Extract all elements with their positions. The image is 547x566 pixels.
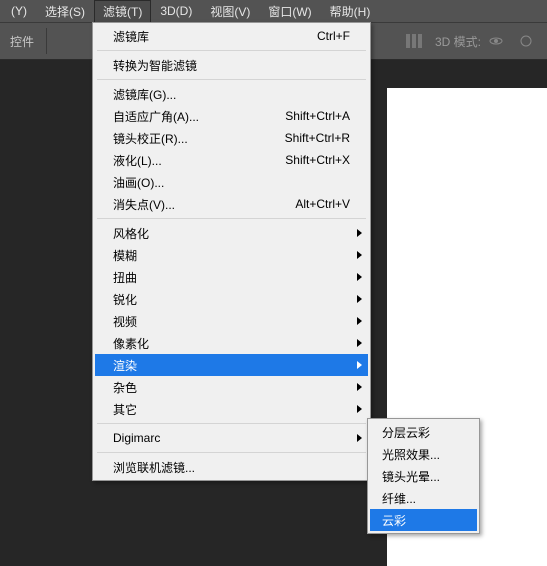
menubar: (Y) 选择(S) 滤镜(T) 3D(D) 视图(V) 窗口(W) 帮助(H) xyxy=(0,0,547,22)
menu-item-view[interactable]: 视图(V) xyxy=(201,0,259,23)
menu-item-3d[interactable]: 3D(D) xyxy=(151,1,201,21)
submenu-item-label: 纤维... xyxy=(382,490,465,507)
tool-left-label: 控件 xyxy=(10,33,34,50)
menu-item-shortcut: Shift+Ctrl+R xyxy=(285,131,350,145)
submenu-arrow-icon xyxy=(357,434,362,442)
menu-item-label: 油画(O)... xyxy=(113,174,350,191)
menu-item-label: 渲染 xyxy=(113,357,350,374)
menu-item-lens-correction[interactable]: 镜头校正(R)... Shift+Ctrl+R xyxy=(95,127,368,149)
menu-item-shortcut: Shift+Ctrl+A xyxy=(285,109,350,123)
menu-item-sharpen[interactable]: 锐化 xyxy=(95,288,368,310)
menu-item-filter-gallery[interactable]: 滤镜库(G)... xyxy=(95,83,368,105)
submenu-arrow-icon xyxy=(357,339,362,347)
menu-item-last-filter[interactable]: 滤镜库 Ctrl+F xyxy=(95,25,368,47)
menu-item-label: 自适应广角(A)... xyxy=(113,108,273,125)
menu-item-label: 浏览联机滤镜... xyxy=(113,459,350,476)
menu-item-label: 风格化 xyxy=(113,225,350,242)
menu-item-video[interactable]: 视频 xyxy=(95,310,368,332)
menu-item-window[interactable]: 窗口(W) xyxy=(259,0,320,23)
submenu-item-fibers[interactable]: 纤维... xyxy=(370,487,477,509)
menu-item-label: 锐化 xyxy=(113,291,350,308)
submenu-item-label: 镜头光晕... xyxy=(382,468,465,485)
menu-label: 3D(D) xyxy=(160,4,192,18)
menu-label: (Y) xyxy=(11,4,27,18)
menu-item-label: 滤镜库 xyxy=(113,28,305,45)
pan-3d-icon[interactable] xyxy=(513,28,539,54)
menu-item-y[interactable]: (Y) xyxy=(2,1,36,21)
menu-separator xyxy=(97,79,366,80)
menu-separator xyxy=(97,218,366,219)
menu-separator xyxy=(97,423,366,424)
menu-item-browse-online-filters[interactable]: 浏览联机滤镜... xyxy=(95,456,368,478)
submenu-arrow-icon xyxy=(357,383,362,391)
menu-item-shortcut: Shift+Ctrl+X xyxy=(285,153,350,167)
menu-item-label: 液化(L)... xyxy=(113,152,273,169)
menu-item-label: 模糊 xyxy=(113,247,350,264)
submenu-item-lighting-effects[interactable]: 光照效果... xyxy=(370,443,477,465)
menu-item-label: 消失点(V)... xyxy=(113,196,283,213)
menu-item-blur[interactable]: 模糊 xyxy=(95,244,368,266)
submenu-item-label: 分层云彩 xyxy=(382,424,465,441)
menu-item-shortcut: Alt+Ctrl+V xyxy=(295,197,350,211)
menu-item-label: 滤镜库(G)... xyxy=(113,86,350,103)
menu-item-noise[interactable]: 杂色 xyxy=(95,376,368,398)
menu-item-stylize[interactable]: 风格化 xyxy=(95,222,368,244)
menu-item-label: 扭曲 xyxy=(113,269,350,286)
menu-separator xyxy=(97,452,366,453)
submenu-arrow-icon xyxy=(357,317,362,325)
menu-item-convert-smart-filter[interactable]: 转换为智能滤镜 xyxy=(95,54,368,76)
submenu-item-clouds[interactable]: 云彩 xyxy=(370,509,477,531)
orbit-3d-icon[interactable] xyxy=(483,28,509,54)
toolbar-separator xyxy=(46,28,47,54)
menu-item-label: 杂色 xyxy=(113,379,350,396)
menu-item-label: Digimarc xyxy=(113,431,350,445)
submenu-arrow-icon xyxy=(357,273,362,281)
menu-label: 选择(S) xyxy=(45,5,85,19)
menu-item-label: 转换为智能滤镜 xyxy=(113,57,350,74)
menu-item-label: 镜头校正(R)... xyxy=(113,130,273,147)
render-submenu: 分层云彩 光照效果... 镜头光晕... 纤维... 云彩 xyxy=(367,418,480,534)
submenu-item-label: 云彩 xyxy=(382,512,465,529)
menu-item-help[interactable]: 帮助(H) xyxy=(321,0,380,23)
menu-separator xyxy=(97,50,366,51)
submenu-arrow-icon xyxy=(357,251,362,259)
mode-3d-label: 3D 模式: xyxy=(435,33,481,50)
menu-label: 帮助(H) xyxy=(330,5,371,19)
menu-item-label: 其它 xyxy=(113,401,350,418)
menu-item-digimarc[interactable]: Digimarc xyxy=(95,427,368,449)
submenu-arrow-icon xyxy=(357,229,362,237)
panel-layout-icon[interactable] xyxy=(401,28,427,54)
menu-label: 视图(V) xyxy=(210,5,250,19)
menu-label: 窗口(W) xyxy=(268,5,311,19)
menu-item-vanishing-point[interactable]: 消失点(V)... Alt+Ctrl+V xyxy=(95,193,368,215)
menu-item-filter[interactable]: 滤镜(T) xyxy=(94,0,151,23)
toolbar-right-group: 3D 模式: xyxy=(399,23,547,59)
menu-item-oil-paint[interactable]: 油画(O)... xyxy=(95,171,368,193)
menu-label: 滤镜(T) xyxy=(103,5,142,19)
submenu-arrow-icon xyxy=(357,361,362,369)
submenu-item-lens-flare[interactable]: 镜头光晕... xyxy=(370,465,477,487)
menu-item-label: 像素化 xyxy=(113,335,350,352)
menu-item-other[interactable]: 其它 xyxy=(95,398,368,420)
submenu-item-difference-clouds[interactable]: 分层云彩 xyxy=(370,421,477,443)
menu-item-adaptive-wide-angle[interactable]: 自适应广角(A)... Shift+Ctrl+A xyxy=(95,105,368,127)
menu-item-render[interactable]: 渲染 xyxy=(95,354,368,376)
menu-item-pixelate[interactable]: 像素化 xyxy=(95,332,368,354)
menu-item-shortcut: Ctrl+F xyxy=(317,29,350,43)
menu-item-select[interactable]: 选择(S) xyxy=(36,0,94,23)
submenu-arrow-icon xyxy=(357,405,362,413)
menu-item-label: 视频 xyxy=(113,313,350,330)
menu-item-distort[interactable]: 扭曲 xyxy=(95,266,368,288)
submenu-item-label: 光照效果... xyxy=(382,446,465,463)
submenu-arrow-icon xyxy=(357,295,362,303)
filter-menu-dropdown: 滤镜库 Ctrl+F 转换为智能滤镜 滤镜库(G)... 自适应广角(A)...… xyxy=(92,22,371,481)
menu-item-liquify[interactable]: 液化(L)... Shift+Ctrl+X xyxy=(95,149,368,171)
